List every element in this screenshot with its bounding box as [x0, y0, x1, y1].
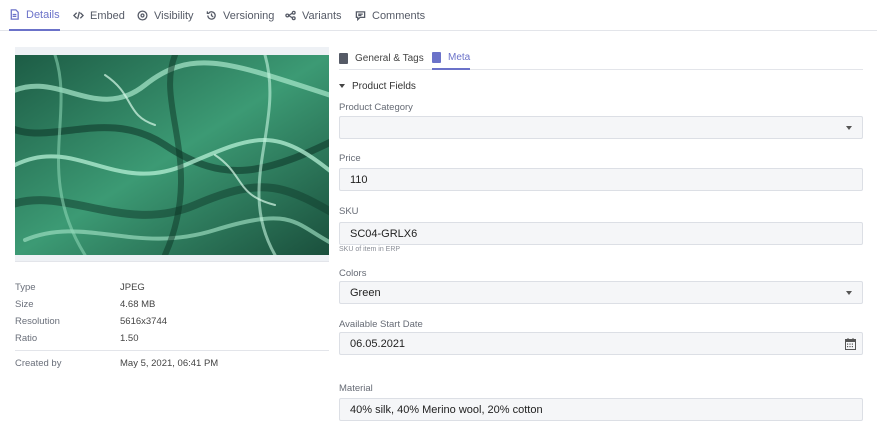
tab-label: Versioning — [223, 9, 275, 22]
tab-label: General & Tags — [355, 53, 424, 64]
info-label-resolution: Resolution — [15, 316, 60, 327]
material-label: Material — [339, 383, 373, 394]
sku-hint: SKU of item in ERP — [339, 246, 401, 253]
material-input[interactable]: 40% silk, 40% Merino wool, 20% cotton — [339, 398, 863, 421]
tag-page-icon — [339, 53, 348, 64]
tab-details[interactable]: Details — [9, 0, 60, 31]
colors-value: Green — [350, 286, 381, 299]
tab-label: Variants — [302, 9, 342, 22]
variants-icon — [285, 10, 296, 21]
calendar-icon[interactable] — [845, 338, 856, 350]
price-input[interactable]: 110 — [339, 168, 863, 191]
info-label-created: Created by — [15, 358, 62, 369]
chevron-down-icon — [846, 291, 852, 295]
material-value: 40% silk, 40% Merino wool, 20% cotton — [350, 403, 543, 416]
colors-select[interactable]: Green — [339, 281, 863, 304]
tab-general-tags[interactable]: General & Tags — [339, 47, 424, 70]
caret-down-icon — [339, 84, 345, 88]
info-value-ratio: 1.50 — [120, 333, 139, 344]
start-date-label: Available Start Date — [339, 319, 423, 330]
sku-input[interactable]: SC04-GRLX6 — [339, 222, 863, 245]
price-value: 110 — [350, 173, 368, 186]
product-fields-toggle[interactable]: Product Fields — [339, 79, 416, 93]
tab-label: Details — [26, 8, 60, 21]
tab-versioning[interactable]: Versioning — [206, 0, 274, 31]
fabric-image — [15, 55, 329, 255]
colors-label: Colors — [339, 268, 367, 279]
eye-icon — [137, 10, 148, 21]
meta-page-icon — [432, 52, 441, 63]
history-icon — [206, 11, 216, 20]
asset-preview[interactable] — [15, 47, 329, 262]
info-value-type: JPEG — [120, 282, 145, 293]
info-value-created: May 5, 2021, 06:41 PM — [120, 358, 219, 369]
price-label: Price — [339, 153, 361, 164]
tab-variants[interactable]: Variants — [285, 0, 342, 31]
tab-label: Embed — [90, 9, 125, 22]
sku-value: SC04-GRLX6 — [350, 227, 418, 240]
tab-visibility[interactable]: Visibility — [137, 0, 194, 31]
tab-embed[interactable]: Embed — [73, 0, 125, 31]
tab-label: Comments — [372, 9, 426, 22]
start-date-input[interactable]: 06.05.2021 — [339, 332, 863, 355]
tab-label: Meta — [448, 52, 471, 63]
section-title: Product Fields — [352, 80, 416, 92]
chevron-down-icon — [846, 126, 852, 130]
sku-label: SKU — [339, 206, 359, 217]
tab-meta[interactable]: Meta — [432, 47, 471, 70]
tab-comments[interactable]: Comments — [355, 0, 425, 31]
start-date-value: 06.05.2021 — [350, 337, 406, 350]
product-category-select[interactable] — [339, 116, 863, 139]
product-category-label: Product Category — [339, 102, 413, 113]
code-icon — [73, 11, 84, 20]
info-label-type: Type — [15, 282, 36, 293]
info-value-size: 4.68 MB — [120, 299, 156, 310]
top-tab-bar: Details Embed Visibility Versioning Vari… — [0, 0, 877, 31]
info-label-size: Size — [15, 299, 34, 310]
info-divider — [15, 350, 329, 351]
tab-label: Visibility — [154, 9, 194, 22]
document-icon — [10, 9, 19, 20]
info-value-resolution: 5616x3744 — [120, 316, 168, 327]
info-label-ratio: Ratio — [15, 333, 38, 344]
meta-tab-bar: General & Tags Meta — [339, 47, 863, 70]
comment-icon — [355, 11, 366, 21]
